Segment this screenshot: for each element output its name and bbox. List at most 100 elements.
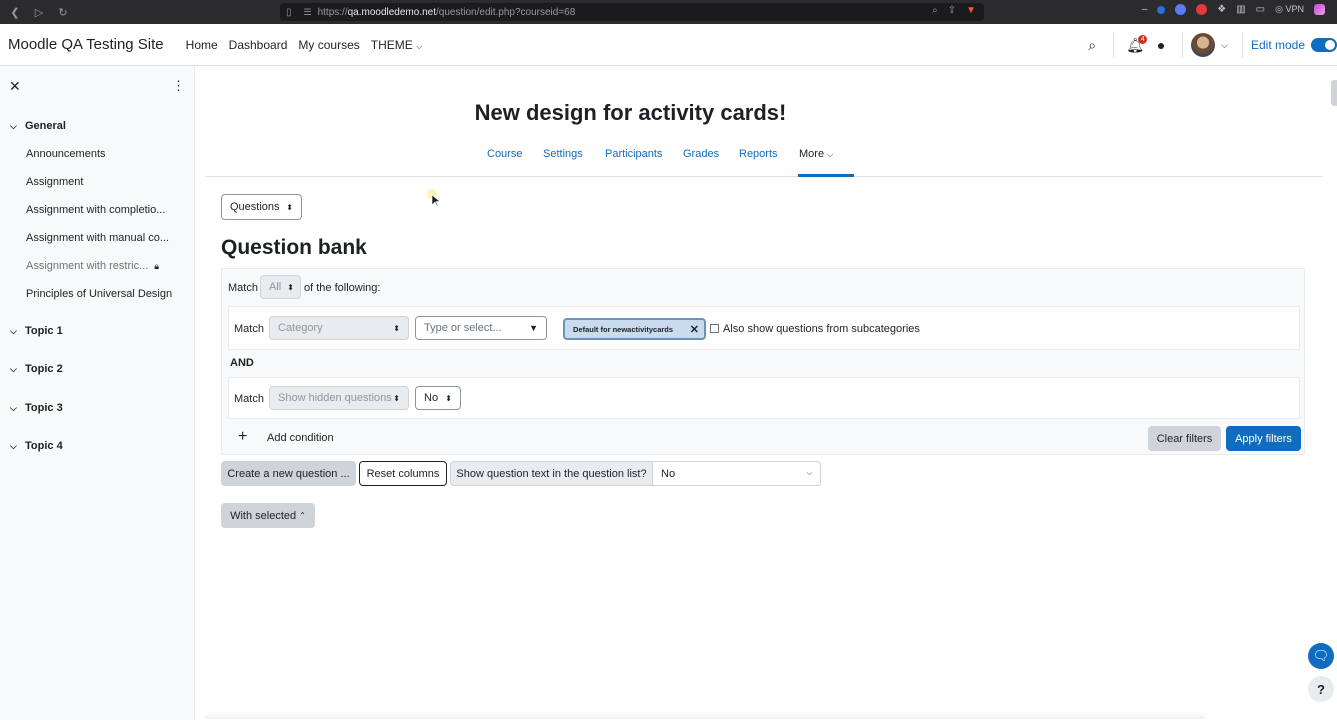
section-topic-2[interactable]: ⌵ Topic 2 (10, 363, 63, 375)
plus-icon[interactable]: + (238, 428, 247, 446)
selected-category-chip[interactable]: Default for newactivitycards ✕ (563, 318, 706, 340)
divider (1113, 32, 1115, 58)
apply-filters-button[interactable]: Apply filters (1226, 426, 1301, 451)
back-icon[interactable]: ❮ (8, 6, 22, 19)
filter-panel: Match All ⬍ of the following: Match Categ… (221, 268, 1305, 455)
extension-icon[interactable] (1175, 4, 1187, 15)
zoom-icon[interactable]: ⌕ (932, 5, 938, 16)
profile-icon[interactable] (1314, 4, 1325, 15)
hidden-value-select[interactable]: No ⬍ (415, 386, 461, 410)
nav-my-courses[interactable]: My courses (298, 38, 359, 52)
subcategories-checkbox[interactable] (710, 324, 719, 333)
footer-shadow (205, 711, 1205, 719)
extension-icon[interactable] (1157, 5, 1166, 14)
chat-icon[interactable]: 🗨︎ (1308, 643, 1334, 669)
edit-mode-label: Edit mode (1250, 38, 1305, 52)
url-text[interactable]: https://qa.moodledemo.net/question/edit.… (318, 7, 576, 18)
chevron-down-icon[interactable]: ⌵ (10, 364, 18, 375)
wallet-icon[interactable]: ▭ (1256, 4, 1265, 15)
match-join-select[interactable]: All ⬍ (260, 275, 301, 299)
tab-more[interactable]: More ⌵ (799, 148, 833, 160)
select-arrows-icon: ⬍ (286, 202, 293, 212)
activity-assignment-restricted[interactable]: Assignment with restric... 🔒︎ (26, 260, 159, 272)
chevron-up-icon: ⌃ (299, 511, 306, 520)
section-topic-3[interactable]: ⌵ Topic 3 (10, 402, 63, 414)
extension-icon[interactable] (1196, 4, 1208, 15)
scrollbar[interactable] (1331, 80, 1337, 106)
activity-assignment[interactable]: Assignment (26, 176, 83, 188)
tab-settings[interactable]: Settings (543, 148, 583, 160)
create-question-button[interactable]: Create a new question ... (221, 461, 356, 486)
avatar[interactable] (1191, 33, 1216, 57)
address-bar[interactable]: ▯ ☰ https://qa.moodledemo.net/question/e… (280, 3, 984, 21)
brave-shield-icon[interactable]: ▼ (966, 5, 976, 16)
show-question-text-label: Show question text in the question list? (450, 461, 653, 486)
nav-dashboard[interactable]: Dashboard (229, 38, 288, 52)
chevron-down-icon[interactable]: ⌵ (10, 121, 18, 132)
extension-icon[interactable]: ‒ (1142, 4, 1148, 15)
add-condition-button[interactable]: Add condition (267, 432, 334, 444)
select-arrows-icon: ⬍ (393, 393, 400, 403)
filter-row-category: Match Category ⬍ Type or select... ▼ Defau… (228, 306, 1300, 350)
site-info-icon[interactable]: ☰ (304, 7, 312, 18)
notifications-bell-icon[interactable]: 🔔︎ 4 (1122, 32, 1148, 58)
show-question-text-select[interactable]: No ⌵ (652, 461, 821, 486)
match-label: Match (234, 393, 264, 405)
filter-type-select[interactable]: Show hidden questions ⬍ (269, 386, 409, 410)
browser-nav-buttons: ❮ ▷ ↻ (0, 6, 70, 19)
help-icon[interactable]: ? (1308, 676, 1334, 702)
chevron-down-icon[interactable]: ⌵ (1221, 40, 1228, 51)
dropdown-triangle-icon: ▼ (529, 323, 538, 333)
bookmark-icon[interactable]: ▯ (286, 7, 292, 18)
tab-participants[interactable]: Participants (605, 148, 662, 160)
sidebar-icon[interactable]: ▥ (1236, 4, 1245, 15)
of-following-label: of the following: (304, 282, 381, 294)
and-label: AND (230, 357, 254, 369)
remove-chip-icon[interactable]: ✕ (690, 323, 699, 336)
nav-home[interactable]: Home (186, 38, 218, 52)
secondary-navigation: Course Settings Participants Grades Repo… (205, 142, 1323, 177)
divider (1241, 32, 1243, 58)
section-general[interactable]: ⌵ General (10, 120, 66, 132)
search-icon[interactable]: ⌕ (1079, 32, 1105, 58)
reset-columns-button[interactable]: Reset columns (359, 461, 447, 486)
chevron-down-icon[interactable]: ⌵ (10, 326, 18, 337)
browser-extensions: ‒ ❖ ▥ ▭ ◎ VPN (1142, 4, 1325, 15)
tab-course[interactable]: Course (487, 148, 522, 160)
category-search-input[interactable]: Type or select... ▼ (415, 316, 547, 340)
page-title: New design for activity cards! (474, 100, 787, 125)
questions-select[interactable]: Questions ⬍ (221, 194, 302, 220)
clear-filters-button[interactable]: Clear filters (1148, 426, 1221, 451)
with-selected-button[interactable]: With selected ⌃ (221, 503, 315, 528)
activity-universal-design[interactable]: Principles of Universal Design (26, 288, 172, 300)
divider (1182, 32, 1184, 58)
primary-navigation: Home Dashboard My courses THEME ⌵ (186, 38, 423, 52)
share-icon[interactable]: ⇪ (948, 5, 956, 16)
course-index-drawer: ✕ ⋮ ⌵ General Announcements Assignment As… (0, 66, 195, 720)
kebab-menu-icon[interactable]: ⋮ (172, 78, 185, 94)
moodle-navbar: Moodle QA Testing Site Home Dashboard My… (0, 24, 1337, 66)
lock-icon: 🔒︎ (154, 261, 160, 271)
activity-announcements[interactable]: Announcements (26, 148, 106, 160)
nav-theme[interactable]: THEME ⌵ (371, 38, 422, 52)
site-name[interactable]: Moodle QA Testing Site (8, 36, 164, 53)
puzzle-icon[interactable]: ❖ (1217, 4, 1226, 15)
activity-assignment-manual[interactable]: Assignment with manual co... (26, 232, 169, 244)
section-topic-1[interactable]: ⌵ Topic 1 (10, 325, 63, 337)
activity-assignment-completion[interactable]: Assignment with completio... (26, 204, 165, 216)
messages-icon[interactable]: ● (1148, 32, 1174, 58)
reload-icon[interactable]: ↻ (56, 6, 70, 19)
vpn-button[interactable]: ◎ VPN (1275, 4, 1304, 15)
close-icon[interactable]: ✕ (9, 78, 21, 95)
filter-type-select[interactable]: Category ⬍ (269, 316, 409, 340)
chevron-down-icon[interactable]: ⌵ (10, 441, 18, 452)
match-label: Match (234, 323, 264, 335)
tab-grades[interactable]: Grades (683, 148, 719, 160)
edit-mode-toggle[interactable] (1311, 38, 1337, 52)
notification-count-badge: 4 (1138, 35, 1148, 44)
chevron-down-icon: ⌵ (827, 150, 834, 159)
chevron-down-icon[interactable]: ⌵ (10, 403, 18, 414)
tab-reports[interactable]: Reports (739, 148, 778, 160)
forward-icon[interactable]: ▷ (32, 6, 46, 19)
section-topic-4[interactable]: ⌵ Topic 4 (10, 440, 63, 452)
